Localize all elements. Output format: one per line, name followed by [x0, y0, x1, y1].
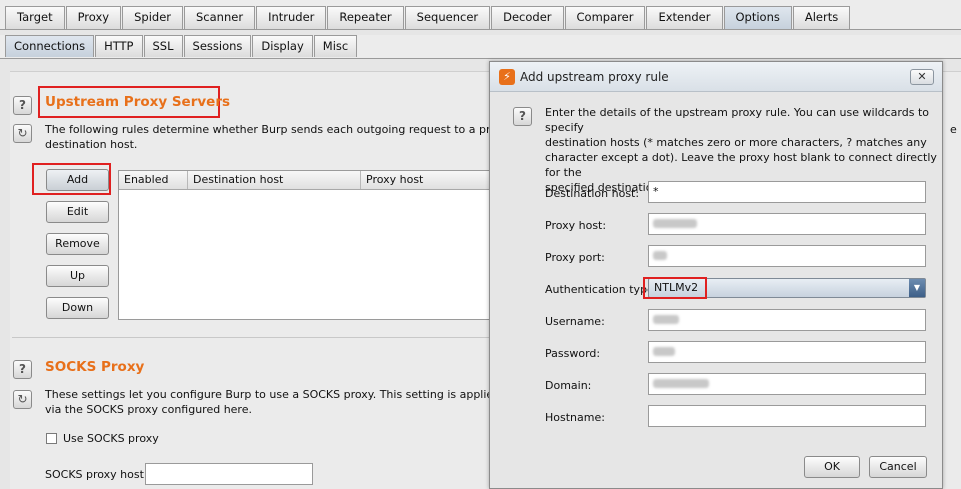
upstream-desc-tail: e [950, 123, 957, 136]
domain-input[interactable] [648, 373, 926, 395]
tab-spider[interactable]: Spider [122, 6, 183, 29]
upstream-description: The following rules determine whether Bu… [45, 122, 548, 152]
dialog-help-icon[interactable]: ? [513, 107, 532, 126]
tab-ssl[interactable]: SSL [143, 35, 183, 57]
password-input[interactable] [648, 341, 926, 363]
close-icon[interactable]: ✕ [910, 69, 934, 85]
password-label: Password: [545, 347, 601, 360]
ok-button[interactable]: OK [804, 456, 860, 478]
highlight-box-auth [643, 277, 707, 299]
dialog-help-line2: destination hosts (* matches zero or mor… [545, 136, 927, 149]
use-socks-checkbox[interactable] [46, 433, 57, 444]
redacted-value [653, 251, 667, 260]
dialog-help-line3: character except a dot). Leave the proxy… [545, 151, 937, 179]
hostname-label: Hostname: [545, 411, 605, 424]
main-tab-bar: Target Proxy Spider Scanner Intruder Rep… [0, 0, 961, 30]
proxy-host-label: Proxy host: [545, 219, 607, 232]
column-enabled[interactable]: Enabled [119, 171, 188, 189]
upstream-rules-table[interactable]: Enabled Destination host Proxy host [118, 170, 498, 320]
socks-section-title: SOCKS Proxy [45, 359, 145, 375]
tab-scanner[interactable]: Scanner [184, 6, 256, 29]
redacted-value [653, 379, 709, 388]
socks-refresh-icon[interactable]: ↻ [13, 390, 32, 409]
redacted-value [653, 315, 679, 324]
proxy-host-input[interactable] [648, 213, 926, 235]
dialog-titlebar[interactable]: ⚡ Add upstream proxy rule ✕ [490, 62, 942, 92]
tab-extender[interactable]: Extender [646, 6, 723, 29]
dialog-help-line1: Enter the details of the upstream proxy … [545, 106, 929, 134]
help-icon[interactable]: ? [13, 96, 32, 115]
username-input[interactable] [648, 309, 926, 331]
tab-sequencer[interactable]: Sequencer [404, 6, 491, 29]
username-label: Username: [545, 315, 605, 328]
dialog-title: Add upstream proxy rule [520, 70, 669, 84]
socks-host-input[interactable] [145, 463, 313, 485]
domain-label: Domain: [545, 379, 592, 392]
destination-host-input[interactable]: * [648, 181, 926, 203]
tab-http[interactable]: HTTP [95, 35, 143, 57]
tab-alerts[interactable]: Alerts [792, 6, 851, 29]
tab-sessions[interactable]: Sessions [183, 35, 252, 57]
socks-help-icon[interactable]: ? [13, 360, 32, 379]
auth-type-label: Authentication type: [545, 283, 658, 296]
use-socks-label: Use SOCKS proxy [63, 432, 159, 445]
section-divider [12, 337, 497, 338]
redacted-value [653, 219, 697, 228]
socks-desc-line2: via the SOCKS proxy configured here. [45, 403, 252, 416]
tab-repeater[interactable]: Repeater [327, 6, 404, 29]
tab-target[interactable]: Target [5, 6, 65, 29]
socks-desc-line1: These settings let you configure Burp to… [45, 388, 554, 401]
down-button[interactable]: Down [46, 297, 109, 319]
tab-proxy[interactable]: Proxy [65, 6, 122, 29]
proxy-port-input[interactable] [648, 245, 926, 267]
proxy-port-label: Proxy port: [545, 251, 605, 264]
destination-host-label: Destination host: [545, 187, 640, 200]
cancel-button[interactable]: Cancel [869, 456, 927, 478]
upstream-desc-line1: The following rules determine whether Bu… [45, 123, 548, 136]
tab-options[interactable]: Options [723, 6, 792, 29]
edit-button[interactable]: Edit [46, 201, 109, 223]
sub-tab-bar: Connections HTTP SSL Sessions Display Mi… [0, 35, 961, 59]
add-button[interactable]: Add [46, 169, 109, 191]
hostname-input[interactable] [648, 405, 926, 427]
remove-button[interactable]: Remove [46, 233, 109, 255]
socks-description: These settings let you configure Burp to… [45, 387, 554, 417]
tab-intruder[interactable]: Intruder [256, 6, 327, 29]
upstream-desc-line2: destination host. [45, 138, 138, 151]
column-proxy-host[interactable]: Proxy host [361, 171, 497, 189]
tab-decoder[interactable]: Decoder [491, 6, 564, 29]
table-header: Enabled Destination host Proxy host [119, 171, 497, 190]
tab-comparer[interactable]: Comparer [564, 6, 646, 29]
socks-host-label: SOCKS proxy host: [45, 468, 148, 481]
tab-misc[interactable]: Misc [313, 35, 358, 57]
up-button[interactable]: Up [46, 265, 109, 287]
upstream-section-title: Upstream Proxy Servers [45, 94, 231, 110]
chevron-down-icon[interactable]: ▼ [909, 279, 925, 297]
tab-display[interactable]: Display [252, 35, 313, 57]
burp-icon: ⚡ [499, 69, 515, 85]
tab-connections[interactable]: Connections [5, 35, 95, 57]
redacted-value [653, 347, 675, 356]
column-destination-host[interactable]: Destination host [188, 171, 361, 189]
refresh-icon[interactable]: ↻ [13, 124, 32, 143]
add-upstream-proxy-dialog: ⚡ Add upstream proxy rule ✕ ? Enter the … [489, 61, 943, 489]
